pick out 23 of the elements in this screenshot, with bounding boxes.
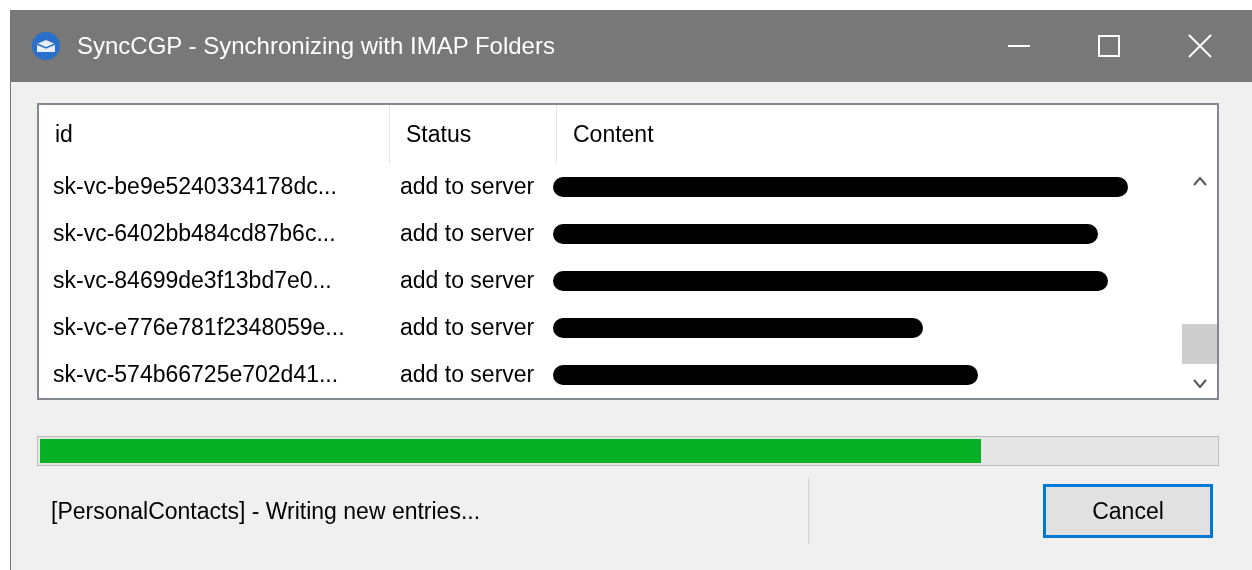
- app-icon: [31, 31, 61, 61]
- close-icon[interactable]: [1188, 34, 1212, 58]
- column-header[interactable]: Status: [390, 105, 557, 163]
- table-cell-text: add to server: [399, 220, 536, 247]
- table-cell-text: sk-vc-e776e781f2348059e...: [52, 314, 346, 341]
- table-cell-text: add to server: [399, 361, 536, 388]
- scroll-up-icon[interactable]: [1191, 175, 1208, 187]
- table-cell-text: sk-vc-84699de3f13bd7e0...: [52, 267, 333, 294]
- cancel-button[interactable]: Cancel: [1043, 484, 1213, 538]
- table-cell-text: add to server: [399, 173, 536, 200]
- table-cell-text: sk-vc-574b66725e702d41...: [52, 361, 340, 388]
- table-cell-text: sk-vc-6402bb484cd87b6c...: [52, 220, 337, 247]
- scroll-down-icon[interactable]: [1191, 378, 1208, 390]
- status-text: [PersonalContacts] - Writing new entries...: [50, 497, 482, 525]
- column-header[interactable]: Content: [557, 105, 1182, 163]
- table-cell-text: sk-vc-be9e5240334178dc...: [52, 173, 338, 200]
- scroll-thumb[interactable]: [1182, 324, 1217, 364]
- table-cell-text: add to server: [399, 314, 536, 341]
- column-header[interactable]: id: [39, 105, 390, 163]
- maximize-icon[interactable]: [1098, 35, 1120, 57]
- minimize-icon[interactable]: [1008, 44, 1030, 48]
- table-cell-text: add to server: [399, 267, 536, 294]
- window-title: SyncCGP - Synchronizing with IMAP Folders: [77, 32, 555, 60]
